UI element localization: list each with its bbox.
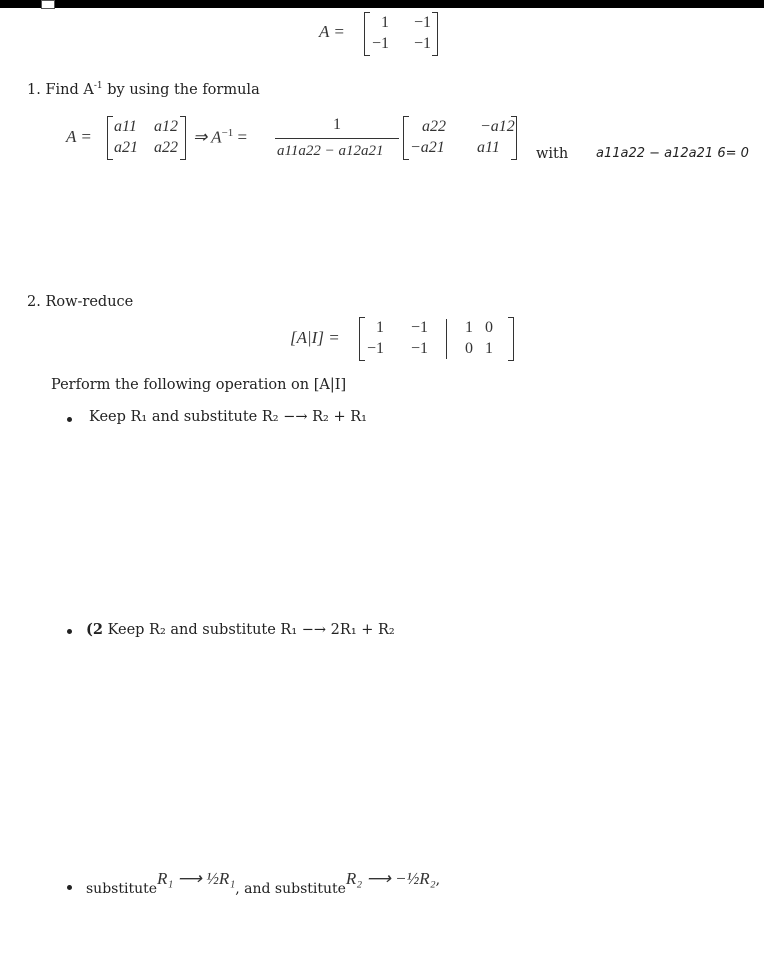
with-text: with xyxy=(536,146,569,162)
augmented-label: [A|I] = xyxy=(290,328,340,347)
bullet-3-text: substituteR₁ ⟶ ½R₁, and substituteR₂ ⟶ −… xyxy=(86,869,441,897)
matrix-cell: −1 xyxy=(366,340,384,357)
bullet-1-text: Keep R₁ and substitute R₂ −→ R₂ + R₁ xyxy=(89,409,367,425)
bullet-2-text: (2 Keep R₂ and substitute R₁ −→ 2R₁ + R₂ xyxy=(86,621,395,638)
matrix-cell: 1 xyxy=(381,14,389,31)
augment-divider xyxy=(446,319,447,359)
general-matrix: a11 a12 a21 a22 xyxy=(107,116,186,160)
fraction-bar xyxy=(275,138,399,139)
matrix-cell: −a21 xyxy=(410,139,445,156)
bullet-dot xyxy=(67,885,72,890)
matrix-cell: a11 xyxy=(477,139,500,156)
inverse-label: ⇒ A−1 = xyxy=(193,127,248,147)
matrix-cell: 1 xyxy=(485,340,493,357)
matrix-cell: −1 xyxy=(413,14,431,31)
ruler-marker[interactable] xyxy=(41,0,55,9)
augmented-matrix: 1 −1 −1 −1 1 0 0 1 xyxy=(359,317,514,361)
matrix-cell: −1 xyxy=(410,319,428,336)
formula-lhs: A = xyxy=(66,127,92,146)
matrix-cell: a12 xyxy=(154,118,178,135)
matrix-cell: 0 xyxy=(465,340,473,357)
matrix-cell: 1 xyxy=(376,319,384,336)
matrix-cell: a22 xyxy=(154,139,178,156)
matrix-cell: −1 xyxy=(413,35,431,52)
matrix-cell: a11 xyxy=(114,118,137,135)
matrix-cell: −1 xyxy=(371,35,389,52)
matrix-cell: −1 xyxy=(410,340,428,357)
section2-heading: 2. Row-reduce xyxy=(27,294,134,310)
perform-text: Perform the following operation on [A|I] xyxy=(51,377,347,393)
matrix-cell: a22 xyxy=(422,118,446,135)
matrix-cell: a21 xyxy=(114,139,138,156)
bullet-dot xyxy=(67,417,72,422)
fraction-numerator: 1 xyxy=(333,116,341,133)
matrix-cell: −a12 xyxy=(480,118,515,135)
top-toolbar-bar xyxy=(0,0,764,8)
adjugate-matrix: a22 −a12 −a21 a11 xyxy=(403,116,517,160)
condition-text: a11a22 − a12a21 6= 0 xyxy=(596,146,749,161)
matrix-a: 1 −1 −1 −1 xyxy=(364,12,438,56)
section1-heading: 1. Find A-1 by using the formula xyxy=(27,81,260,98)
matrix-cell: 0 xyxy=(485,319,493,336)
bullet-dot xyxy=(67,629,72,634)
fraction-denominator: a11a22 − a12a21 xyxy=(277,143,384,159)
matrix-cell: 1 xyxy=(465,319,473,336)
matrix-a-label: A = xyxy=(319,22,345,41)
